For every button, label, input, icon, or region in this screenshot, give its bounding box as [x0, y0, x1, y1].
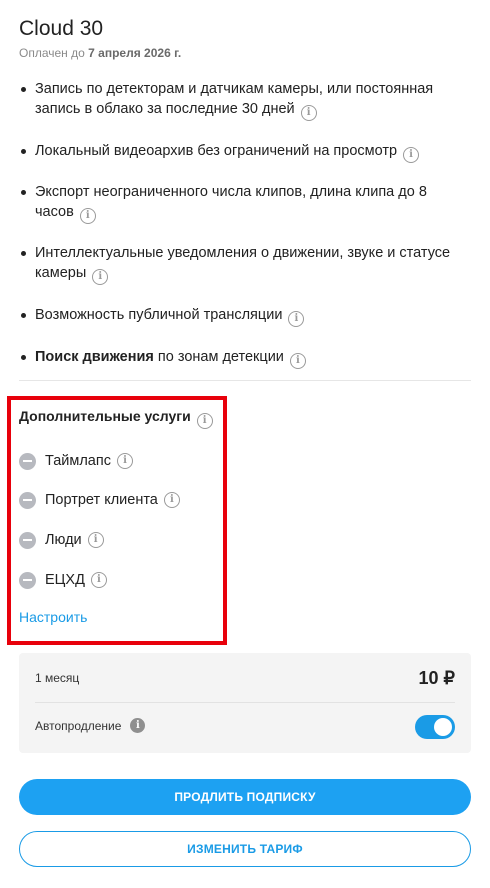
feature-item: Экспорт неограниченного числа клипов, дл… — [19, 182, 464, 224]
info-icon[interactable]: i — [116, 453, 133, 469]
info-icon[interactable]: i — [87, 532, 104, 548]
section-divider — [19, 380, 471, 381]
change-plan-button[interactable]: ИЗМЕНИТЬ ТАРИФ — [19, 831, 471, 867]
feature-item: Интеллектуальные уведомления о движении,… — [19, 243, 464, 285]
info-icon[interactable]: i — [130, 718, 146, 733]
info-icon[interactable]: i — [90, 572, 107, 588]
addon-label: Люди — [45, 532, 82, 548]
info-icon[interactable]: i — [79, 208, 96, 224]
autorenew-toggle[interactable] — [415, 715, 455, 739]
info-icon[interactable]: i — [288, 311, 305, 327]
paid-prefix: Оплачен до — [19, 46, 85, 60]
info-icon[interactable]: i — [289, 353, 306, 369]
addon-item[interactable]: Портрет клиента i — [19, 490, 180, 510]
addon-label: Таймлапс — [45, 453, 111, 469]
feature-text: по зонам детекции — [153, 349, 284, 365]
info-icon[interactable]: i — [196, 413, 213, 429]
addons-title: Дополнительные услуги i — [19, 408, 213, 429]
feature-text: Локальный видеоархив без ограничений на … — [35, 143, 398, 159]
addon-item[interactable]: ЕЦХД i — [19, 570, 107, 590]
autorenew-row: Автопродление i — [35, 718, 146, 733]
configure-link[interactable]: Настроить — [19, 609, 87, 625]
card-divider — [35, 702, 455, 703]
price-value: 10 ₽ — [418, 668, 455, 688]
feature-text: Возможность публичной трансляции — [35, 307, 283, 323]
addon-item[interactable]: Таймлапс i — [19, 451, 133, 471]
info-icon[interactable]: i — [163, 492, 180, 508]
feature-bold-text: Поиск движения — [35, 349, 154, 365]
info-icon[interactable]: i — [403, 147, 420, 163]
period-label: 1 месяц — [35, 671, 80, 685]
addons-title-text: Дополнительные услуги — [19, 408, 191, 424]
features-list: Запись по детекторам и датчикам камеры, … — [19, 79, 464, 369]
feature-item: Возможность публичной трансляции i — [19, 305, 464, 327]
plan-title: Cloud 30 — [19, 17, 104, 40]
autorenew-label: Автопродление — [35, 718, 122, 733]
minus-circle-icon[interactable] — [19, 571, 36, 589]
addon-item[interactable]: Люди i — [19, 530, 104, 550]
feature-text: Запись по детекторам и датчикам камеры, … — [35, 81, 434, 117]
minus-circle-icon[interactable] — [19, 491, 36, 509]
feature-item: Запись по детекторам и датчикам камеры, … — [19, 79, 464, 121]
minus-circle-icon[interactable] — [19, 531, 36, 549]
addon-label: ЕЦХД — [45, 572, 85, 588]
feature-item: Локальный видеоархив без ограничений на … — [19, 141, 464, 163]
info-icon[interactable]: i — [300, 105, 317, 121]
paid-date: 7 апреля 2026 г. — [88, 46, 182, 60]
paid-until: Оплачен до 7 апреля 2026 г. — [19, 46, 181, 60]
addons-highlight-frame — [7, 396, 227, 645]
feature-item: Поиск движения по зонам детекции i — [19, 347, 464, 369]
minus-circle-icon[interactable] — [19, 452, 36, 470]
extend-subscription-button[interactable]: ПРОДЛИТЬ ПОДПИСКУ — [19, 779, 471, 815]
info-icon[interactable]: i — [92, 269, 109, 285]
price-card: 1 месяц 10 ₽ Автопродление i — [19, 653, 471, 753]
addon-label: Портрет клиента — [45, 492, 158, 508]
